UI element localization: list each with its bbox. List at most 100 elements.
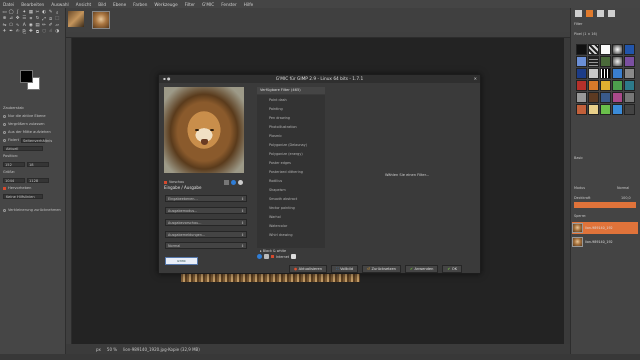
image-tab-thumbnail-active[interactable] — [92, 11, 110, 29]
text-icon[interactable]: A — [22, 23, 27, 28]
menu-farben[interactable]: Farben — [133, 2, 147, 7]
brush-swatch[interactable] — [576, 56, 587, 67]
brush-swatch[interactable] — [588, 56, 599, 67]
mode-select[interactable]: Normal — [617, 186, 629, 190]
heal-icon[interactable]: ✚ — [28, 29, 33, 34]
unit-select[interactable]: px — [96, 347, 101, 352]
brush-swatch[interactable] — [624, 44, 635, 55]
internet-checkbox-icon[interactable] — [271, 255, 274, 258]
ok-button[interactable]: ✔ OK — [442, 265, 463, 273]
filter-item[interactable]: Rodilius — [269, 179, 282, 183]
settings-icon[interactable] — [291, 254, 297, 259]
radio-icon[interactable] — [3, 122, 6, 126]
filter-item[interactable]: Watercolor — [269, 224, 287, 228]
filter-item[interactable]: Warhol — [269, 215, 281, 219]
size-w-input[interactable]: 1044 — [3, 177, 25, 183]
filter-item[interactable]: Pen drawing — [269, 116, 290, 120]
filter-item[interactable]: Posterized dithering — [269, 170, 303, 174]
menu-ansicht[interactable]: Ansicht — [76, 2, 91, 7]
brush-swatch[interactable] — [624, 56, 635, 67]
zoom-icon[interactable]: ⊕ — [2, 16, 7, 21]
menu-gmic[interactable]: G'MIC — [202, 2, 214, 7]
pencil-icon[interactable]: ✏ — [42, 23, 47, 28]
eraser-icon[interactable]: ▱ — [55, 23, 60, 28]
menu-datei[interactable]: Datei — [3, 2, 14, 7]
brush-swatch[interactable] — [600, 44, 611, 55]
foreground-select-icon[interactable]: ◐ — [42, 10, 47, 15]
crop-icon[interactable]: ⌗ — [28, 16, 33, 22]
opacity-slider[interactable] — [574, 202, 636, 208]
brush-swatch[interactable] — [588, 44, 599, 55]
refresh-icon[interactable] — [264, 254, 269, 259]
brush-swatch[interactable] — [576, 68, 587, 79]
checkbox-icon[interactable] — [3, 138, 6, 142]
radio-icon[interactable] — [3, 114, 6, 118]
radio-icon[interactable] — [3, 130, 6, 134]
output-messages-select[interactable]: Ausgabemeldungen... ⇕ — [165, 231, 247, 238]
mypaint-brush-icon[interactable]: ✍ — [15, 29, 20, 34]
layer-row-active[interactable]: lion-989140_192 — [572, 222, 638, 234]
menu-auswahl[interactable]: Auswahl — [51, 2, 69, 7]
align-icon[interactable]: ☰ — [22, 16, 27, 21]
brush-swatch[interactable] — [600, 80, 611, 91]
fg-bg-colors[interactable] — [20, 70, 40, 90]
menu-fenster[interactable]: Fenster — [221, 2, 237, 7]
foreground-color-swatch[interactable] — [20, 70, 33, 83]
zoom-reset-icon[interactable] — [231, 179, 237, 185]
flip-icon[interactable]: ⇋ — [2, 23, 7, 28]
blur-icon[interactable]: ◌ — [42, 29, 47, 34]
close-icon[interactable]: ✕ — [474, 76, 477, 81]
cage-icon[interactable]: ⬠ — [9, 23, 14, 28]
opacity-value[interactable]: 100,0 — [621, 196, 631, 200]
rect-select-icon[interactable]: ▭ — [2, 10, 7, 15]
filter-item[interactable]: Shapeism — [269, 188, 286, 192]
window-menu-icon[interactable]: ▪ ● — [163, 76, 170, 81]
brush-swatch[interactable] — [588, 92, 599, 103]
filter-item[interactable]: Polygonize (Delaunay) — [269, 143, 307, 147]
ink-icon[interactable]: ✒ — [9, 29, 14, 34]
measure-icon[interactable]: ⊿ — [9, 16, 14, 21]
menu-ebene[interactable]: Ebene — [113, 2, 126, 7]
filter-item[interactable]: Vector painting — [269, 206, 295, 210]
guides-select[interactable]: Keine Hilfslinien — [3, 193, 43, 199]
reset-button[interactable]: ↺ Zurücksetzen — [362, 265, 401, 273]
menu-bild[interactable]: Bild — [98, 2, 106, 7]
filter-item[interactable]: Polygonize (energy) — [269, 152, 303, 156]
filter-item[interactable]: Poster edges — [269, 161, 291, 165]
brush-swatch[interactable] — [576, 80, 587, 91]
update-button[interactable]: ● Aktualisieren — [289, 265, 328, 273]
brushes-tab-icon[interactable] — [575, 10, 582, 17]
scale-icon[interactable]: ⤢ — [42, 16, 47, 22]
fuzzy-select-icon[interactable]: ✦ — [22, 10, 27, 15]
current-field[interactable]: Aktuell — [3, 145, 43, 151]
brush-swatch[interactable] — [612, 44, 623, 55]
brush-swatch[interactable] — [576, 104, 587, 115]
brush-swatch[interactable] — [612, 56, 623, 67]
brush-swatch[interactable] — [588, 68, 599, 79]
brush-swatch[interactable] — [612, 80, 623, 91]
warp-icon[interactable]: ∿ — [15, 23, 20, 28]
patterns-tab-icon[interactable] — [586, 10, 593, 17]
perspective-icon[interactable]: ⬚ — [55, 16, 60, 21]
checkbox-icon[interactable] — [3, 208, 6, 212]
preview-image[interactable] — [164, 87, 244, 173]
filter-item[interactable]: Smooth abstract — [269, 197, 297, 201]
brush-swatch[interactable] — [600, 68, 611, 79]
brush-swatch[interactable] — [600, 92, 611, 103]
smudge-icon[interactable]: ☝ — [48, 29, 53, 34]
color-select-icon[interactable]: ▦ — [28, 10, 33, 15]
position-x-input[interactable]: 152 — [3, 161, 25, 167]
filter-tree[interactable]: Point dash Painting Pen drawing Photoill… — [257, 95, 325, 253]
clone-icon[interactable]: ⎘ — [22, 29, 27, 35]
menu-werkzeuge[interactable]: Werkzeuge — [154, 2, 177, 7]
lasso-icon[interactable]: ʃ — [15, 10, 20, 15]
brush-swatch[interactable] — [576, 92, 587, 103]
filter-item[interactable]: Photoillustration — [269, 125, 297, 129]
bucket-fill-icon[interactable]: ◉ — [28, 23, 33, 28]
menu-bearbeiten[interactable]: Bearbeiten — [21, 2, 44, 7]
brush-swatch[interactable] — [600, 56, 611, 67]
layer-row[interactable]: lion-989140_192 — [572, 236, 638, 248]
brush-swatch[interactable] — [612, 68, 623, 79]
blend-mode-select[interactable]: Normal ⇕ — [165, 242, 247, 249]
filter-item[interactable]: Painting — [269, 107, 283, 111]
